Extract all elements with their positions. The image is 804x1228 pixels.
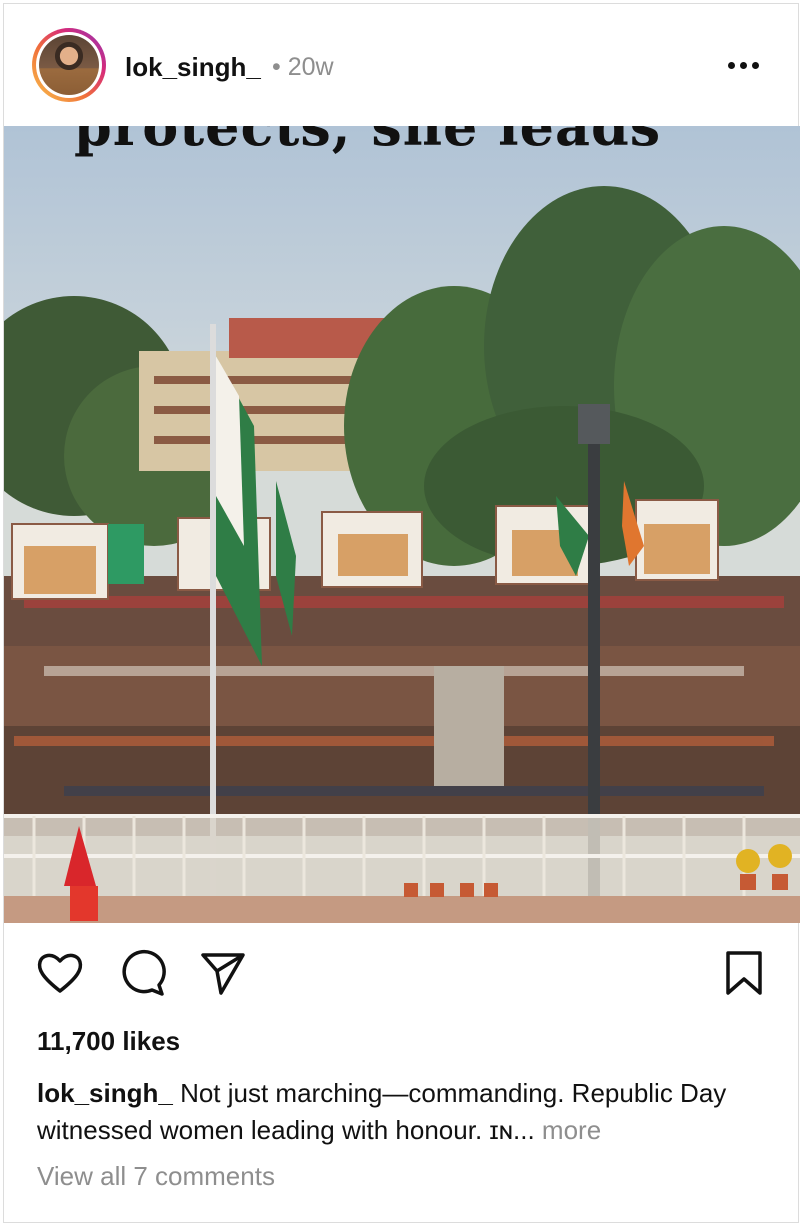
comment-icon[interactable]	[116, 947, 168, 999]
likes-count[interactable]: 11,700 likes	[37, 1026, 180, 1057]
post-caption: lok_singh_ Not just marching—commanding.…	[37, 1075, 777, 1149]
post-username[interactable]: lok_singh_	[125, 52, 261, 83]
image-overlay-text: protects, she leads	[74, 126, 662, 158]
caption-username[interactable]: lok_singh_	[37, 1078, 173, 1108]
caption-more-link[interactable]: more	[542, 1115, 601, 1145]
post-actions	[4, 923, 798, 1023]
post-header: lok_singh_ • 20w	[4, 4, 798, 126]
scene-illustration	[4, 186, 800, 923]
more-options-icon[interactable]	[718, 48, 768, 84]
post-image[interactable]: protects, she leads	[4, 126, 800, 923]
view-comments-link[interactable]: View all 7 comments	[37, 1161, 275, 1192]
post-time: • 20w	[272, 53, 334, 81]
post-card: lok_singh_ • 20w protects, she leads 11,…	[3, 3, 800, 1223]
heart-icon[interactable]	[34, 947, 86, 999]
send-icon[interactable]	[197, 947, 249, 999]
bookmark-icon[interactable]	[718, 947, 770, 999]
avatar[interactable]	[32, 28, 106, 102]
